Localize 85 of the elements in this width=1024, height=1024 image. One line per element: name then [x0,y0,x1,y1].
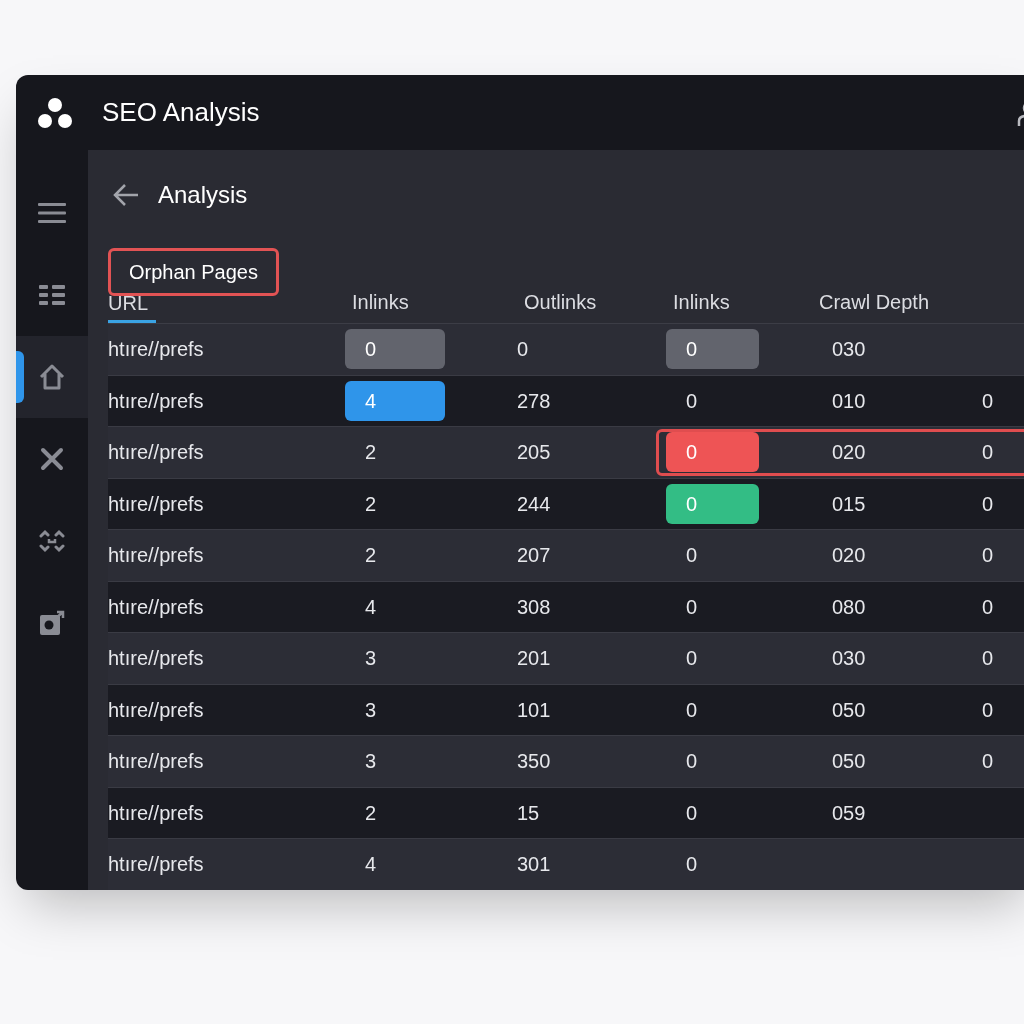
table-row[interactable]: htıre//prefs 3 101 0 050 0 [108,684,1024,736]
column-header[interactable]: Crawl Depth [819,292,930,323]
table-cell: 2 [365,801,377,824]
table-cell: 0 [686,647,698,670]
page-title: Analysis [158,180,248,210]
table-cell: 059 [832,801,866,824]
table-cell: htıre//prefs [108,698,204,721]
table-cell: 050 [832,750,866,773]
table-cell: 278 [517,389,551,412]
table-cell: 205 [517,441,551,464]
table-cell: htıre//prefs [108,750,204,773]
table-cell: 244 [517,492,551,515]
table-row[interactable]: htıre//prefs 2 15 0 059 [108,787,1024,839]
table-cell: 3 [365,647,377,670]
home-icon [38,363,66,391]
table-cell: htıre//prefs [108,595,204,618]
table-cell: 301 [517,853,551,876]
scan-icon [39,528,65,554]
menu-icon [38,202,66,224]
table-cell: 2 [365,441,377,464]
table-cell: 0 [982,441,994,464]
table-row[interactable]: htıre//prefs 2 244 0 015 0 [108,478,1024,530]
table-cell: 0 [517,338,529,361]
table-cell: 15 [517,801,540,824]
table-row[interactable]: htıre//prefs 2 205 0 020 0 [108,427,1024,479]
table-cell: 0 [686,750,698,773]
logo-icon [38,96,72,129]
table-cell: 0 [982,595,994,618]
table-cell: htıre//prefs [108,492,204,515]
table-cell: htıre//prefs [108,853,204,876]
table-cell: 308 [517,595,551,618]
table-cell: 0 [686,389,698,412]
table-cell: 0 [686,595,698,618]
table-row[interactable]: htıre//prefs 4 308 0 080 0 [108,581,1024,633]
table-cell: 0 [686,801,698,824]
selection-indicator [16,351,24,403]
value-badge: 0 [666,329,759,370]
export-icon [39,610,65,636]
table-cell: 050 [832,698,866,721]
column-header[interactable]: Outlinks [524,292,597,323]
table-cell: htıre//prefs [108,441,204,464]
value-badge: 0 [666,483,759,524]
value-badge: 0 [345,329,445,370]
table-cell: 3 [365,698,377,721]
table-cell: htıre//prefs [108,338,204,361]
table-cell: 207 [517,544,551,567]
table-cell: 015 [832,492,866,515]
table-cell: 350 [517,750,551,773]
table-cell: 0 [982,492,994,515]
table-cell: htıre//prefs [108,389,204,412]
table-cell: 3 [365,750,377,773]
table-cell: 0 [686,544,698,567]
table-cell: 080 [832,595,866,618]
orphan-pages-callout: Orphan Pages [108,248,279,296]
table-cell: 0 [982,544,994,567]
table-cell: 0 [982,647,994,670]
table-cell: 0 [982,698,994,721]
table-cell: 0 [686,698,698,721]
table-cell: 4 [365,595,377,618]
table-cell: 101 [517,698,551,721]
table-cell: 020 [832,544,866,567]
back-icon[interactable] [112,183,140,207]
table-cell: 2 [365,492,377,515]
table-cell: 010 [832,389,866,412]
table-cell: 030 [832,647,866,670]
table-cell: 0 [982,750,994,773]
column-header[interactable]: Inlinks [673,292,730,323]
value-badge: 0 [666,432,759,473]
table-cell: 030 [832,338,866,361]
table-cell: 2 [365,544,377,567]
table-row[interactable]: htıre//prefs 4 278 0 010 0 [108,375,1024,427]
close-icon [40,447,64,471]
table-cell: 020 [832,441,866,464]
table-cell: htıre//prefs [108,544,204,567]
value-badge: 4 [345,380,445,421]
table-cell: 0 [686,853,698,876]
column-header[interactable]: Inlinks [352,292,409,323]
table-cell: 4 [365,853,377,876]
table-cell: htıre//prefs [108,801,204,824]
table-cell: htıre//prefs [108,647,204,670]
app-title: SEO Analysis [102,96,260,129]
table-cell: 201 [517,647,551,670]
sidebar-item[interactable] [16,336,88,418]
table-cell: 0 [982,389,994,412]
list-icon [39,284,65,306]
